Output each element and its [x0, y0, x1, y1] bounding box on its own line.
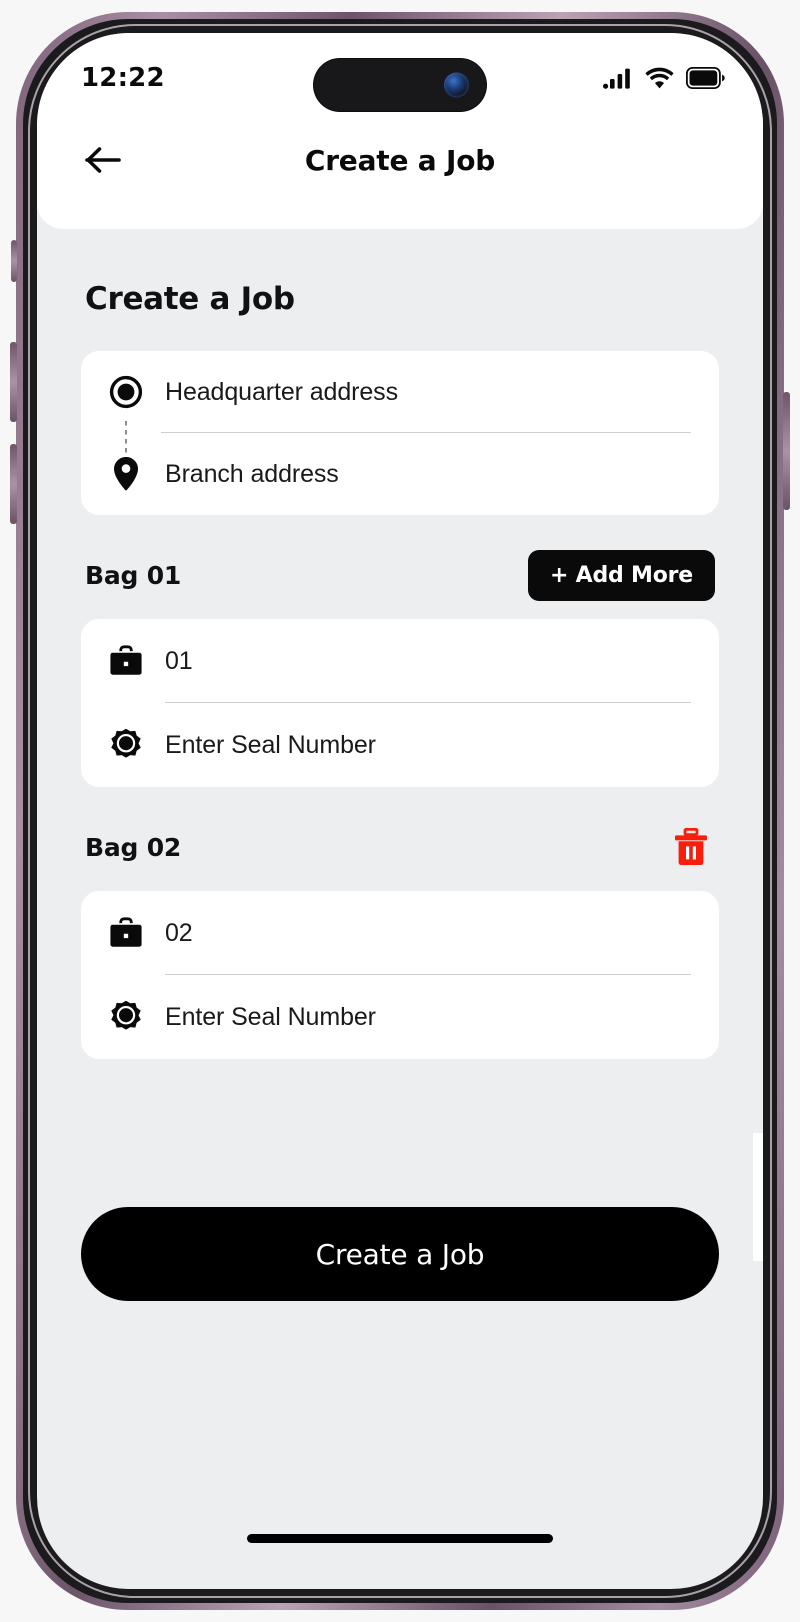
bag-card-02: 02 Enter Seal Number — [81, 891, 719, 1059]
create-job-button[interactable]: Create a Job — [81, 1207, 719, 1301]
seal-badge-icon — [109, 999, 143, 1035]
back-button[interactable] — [81, 137, 127, 183]
briefcase-icon — [109, 917, 143, 949]
phone-bezel: 12:22 Create a Job Create a Job Headquar… — [23, 19, 777, 1603]
front-camera-lens — [444, 72, 469, 98]
battery-full-icon — [686, 67, 725, 89]
nav-header: Create a Job — [37, 101, 763, 219]
briefcase-icon — [109, 645, 143, 677]
page-header-title: Create a Job — [304, 143, 496, 177]
seal-number-field[interactable]: Enter Seal Number — [109, 703, 691, 787]
bag-number-field[interactable]: 01 — [109, 619, 691, 703]
status-time: 12:22 — [81, 63, 165, 93]
cta-container: Create a Job — [37, 1207, 763, 1301]
bag-section-header: Bag 02 — [81, 821, 719, 873]
address-option-branch[interactable]: Branch address — [109, 433, 691, 515]
main-content: Create a Job Headquarter address Branch … — [37, 281, 763, 1059]
bag-section-header: Bag 01 + Add More — [81, 549, 719, 601]
screenshot-stage: 12:22 Create a Job Create a Job Headquar… — [0, 0, 800, 1622]
home-indicator[interactable] — [247, 1534, 553, 1543]
volume-down-button[interactable] — [10, 444, 17, 524]
status-icons — [603, 67, 725, 89]
address-option-headquarter[interactable]: Headquarter address — [109, 351, 691, 433]
map-pin-icon — [109, 456, 143, 492]
silent-switch-button[interactable] — [11, 240, 17, 282]
power-button[interactable] — [783, 392, 790, 510]
bag-card-01: 01 Enter Seal Number — [81, 619, 719, 787]
delete-bag-button[interactable] — [667, 823, 715, 871]
address-option-label: Headquarter address — [165, 377, 398, 406]
bag-number-value: 01 — [165, 646, 193, 675]
scroll-indicator[interactable] — [753, 1133, 763, 1261]
volume-up-button[interactable] — [10, 342, 17, 422]
bag-number-field[interactable]: 02 — [109, 891, 691, 975]
bag-number-value: 02 — [165, 918, 193, 947]
address-option-label: Branch address — [165, 459, 339, 488]
cellular-signal-icon — [603, 67, 633, 89]
phone-frame: 12:22 Create a Job Create a Job Headquar… — [10, 12, 790, 1610]
arrow-left-icon — [85, 145, 123, 175]
wifi-icon — [645, 67, 674, 89]
seal-badge-icon — [109, 727, 143, 763]
bag-title: Bag 01 — [85, 560, 182, 590]
top-sheet: 12:22 Create a Job — [37, 33, 763, 229]
seal-number-placeholder: Enter Seal Number — [165, 730, 376, 759]
seal-number-placeholder: Enter Seal Number — [165, 1002, 376, 1031]
phone-screen: 12:22 Create a Job Create a Job Headquar… — [37, 33, 763, 1589]
page-title: Create a Job — [85, 281, 295, 317]
trash-icon — [674, 828, 708, 866]
radio-selected-icon — [109, 375, 143, 409]
bag-title: Bag 02 — [85, 832, 182, 862]
seal-number-field[interactable]: Enter Seal Number — [109, 975, 691, 1059]
add-more-button[interactable]: + Add More — [527, 549, 715, 601]
address-selection-card: Headquarter address Branch address — [81, 351, 719, 515]
